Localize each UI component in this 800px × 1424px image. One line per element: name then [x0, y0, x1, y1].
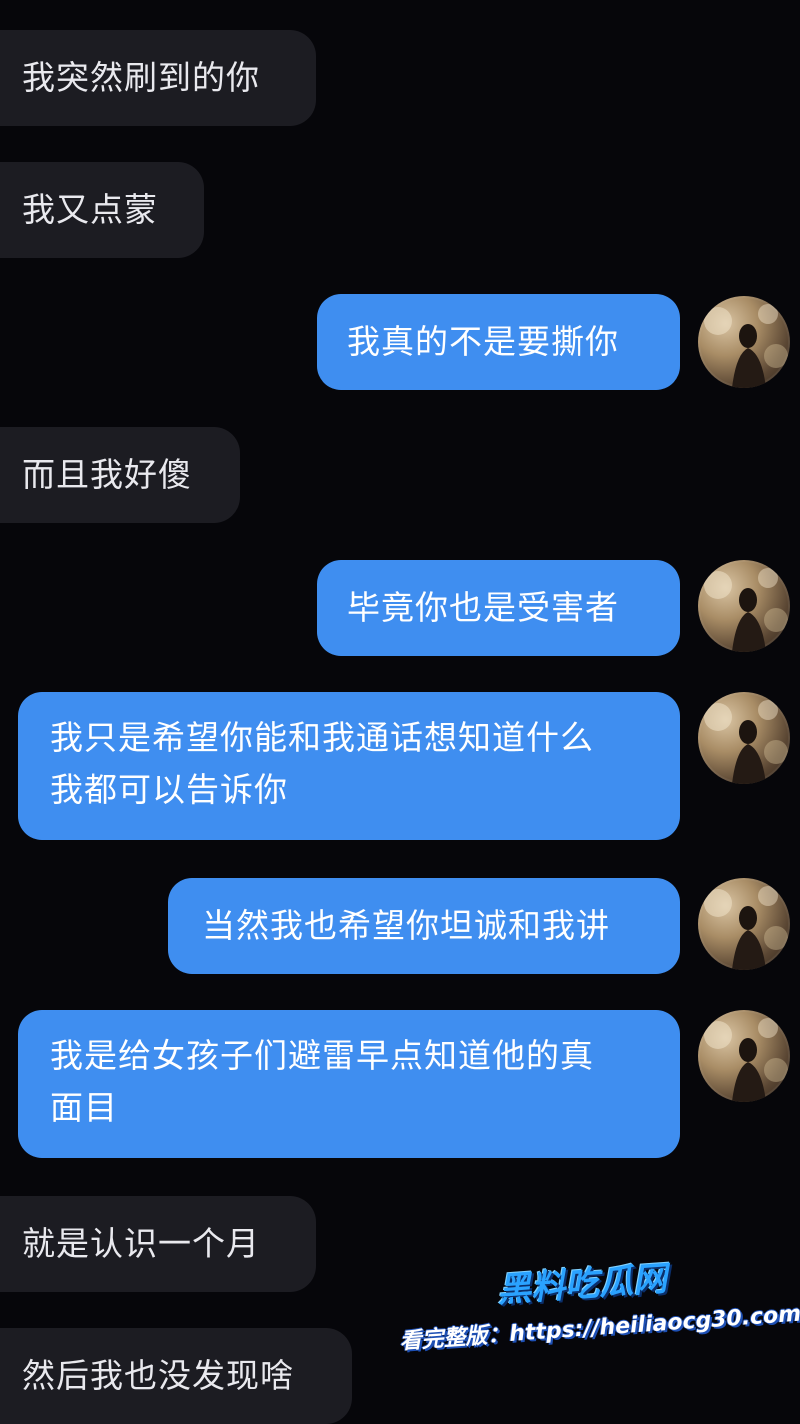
- message-text: 我真的不是要撕你: [347, 322, 619, 361]
- outgoing-message[interactable]: 我真的不是要撕你: [317, 294, 680, 390]
- message-text: 我又点蒙: [22, 190, 158, 229]
- user-avatar-photo-icon: [704, 568, 788, 652]
- message-text-line: 我只是希望你能和我通话想知道什么: [50, 718, 594, 757]
- avatar[interactable]: [698, 1010, 790, 1102]
- user-avatar-photo-icon: [704, 1018, 788, 1102]
- site-watermark: 黑料吃瓜网 看完整版：https://heiliaocg30.com: [392, 1234, 800, 1402]
- message-text: 而且我好傻: [22, 455, 192, 494]
- message-text: 当然我也希望你坦诚和我讲: [202, 906, 610, 945]
- message-text-line: 我都可以告诉你: [50, 770, 288, 809]
- message-text: 就是认识一个月: [22, 1224, 260, 1263]
- message-text-line: 我是给女孩子们避雷早点知道他的真: [50, 1036, 594, 1075]
- incoming-message[interactable]: 我又点蒙: [0, 162, 204, 258]
- message-text: 我突然刷到的你: [22, 58, 260, 97]
- avatar[interactable]: [698, 560, 790, 652]
- avatar[interactable]: [698, 296, 790, 388]
- message-text-line: 面目: [50, 1088, 118, 1127]
- incoming-message[interactable]: 我突然刷到的你: [0, 30, 316, 126]
- incoming-message[interactable]: 而且我好傻: [0, 427, 240, 523]
- outgoing-message[interactable]: 当然我也希望你坦诚和我讲: [168, 878, 680, 974]
- message-text: 毕竟你也是受害者: [347, 588, 619, 627]
- user-avatar-photo-icon: [704, 304, 788, 388]
- user-avatar-photo-icon: [704, 886, 788, 970]
- incoming-message[interactable]: 然后我也没发现啥: [0, 1328, 352, 1424]
- outgoing-message[interactable]: 我只是希望你能和我通话想知道什么 我都可以告诉你: [18, 692, 680, 840]
- chat-thread: 我突然刷到的你 我又点蒙 我真的不是要撕你 而且我好傻 毕竟你也是受害者 我只是…: [0, 0, 800, 1424]
- avatar[interactable]: [698, 878, 790, 970]
- outgoing-message[interactable]: 我是给女孩子们避雷早点知道他的真 面目: [18, 1010, 680, 1158]
- incoming-message[interactable]: 就是认识一个月: [0, 1196, 316, 1292]
- message-text: 然后我也没发现啥: [22, 1356, 294, 1395]
- outgoing-message[interactable]: 毕竟你也是受害者: [317, 560, 680, 656]
- user-avatar-photo-icon: [704, 700, 788, 784]
- watermark-brand: 黑料吃瓜网: [495, 1258, 669, 1311]
- avatar[interactable]: [698, 692, 790, 784]
